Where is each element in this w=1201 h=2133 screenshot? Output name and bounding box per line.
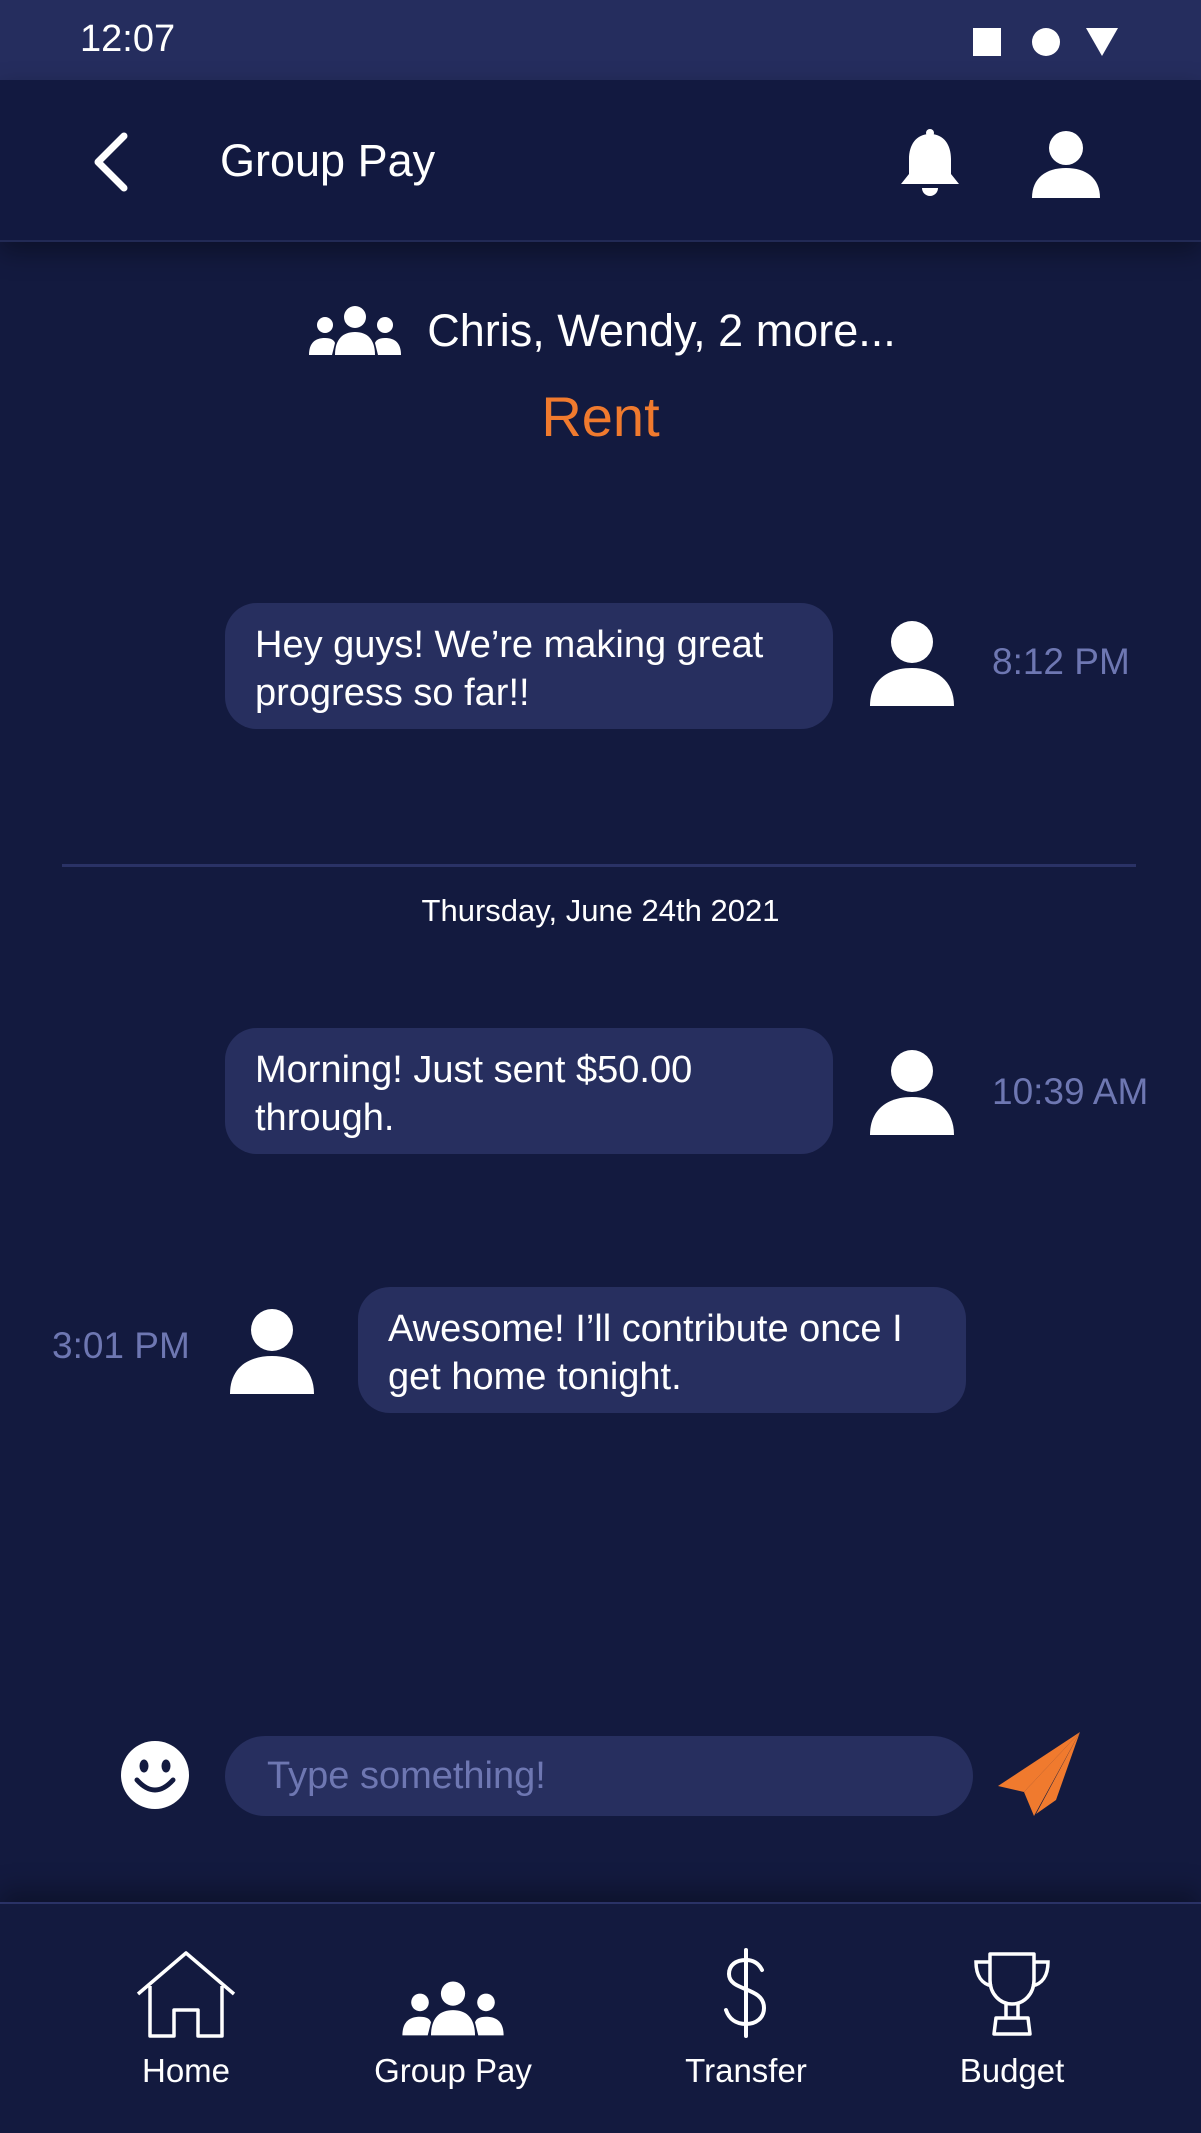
status-time: 12:07	[80, 18, 176, 60]
back-triangle-icon	[1086, 28, 1118, 56]
nav-item-home[interactable]: Home	[76, 1948, 296, 2108]
divider	[62, 864, 1136, 867]
system-status-icons	[973, 28, 1118, 56]
group-members-label: Chris, Wendy, 2 more...	[427, 305, 896, 356]
message-composer	[0, 1730, 1201, 1820]
nav-label-home: Home	[141, 2052, 231, 2089]
nav-label-transfer: Transfer	[685, 2052, 807, 2089]
message-time: 10:39 AM	[992, 1071, 1149, 1112]
nav-item-budget[interactable]: Budget	[902, 1948, 1122, 2108]
nav-label-group-pay: Group Pay	[374, 2052, 532, 2089]
group-icon	[402, 1981, 504, 2036]
message-input[interactable]	[225, 1736, 973, 1816]
app-bar: Group Pay	[0, 80, 1201, 242]
message-time: 3:01 PM	[52, 1325, 190, 1366]
home-circle-icon	[1032, 28, 1060, 56]
stop-square-icon	[973, 28, 1001, 56]
group-members: Chris, Wendy, 2 more...	[305, 305, 896, 357]
message-bubble: Hey guys! We’re making great progress so…	[225, 603, 833, 729]
send-button[interactable]	[996, 1730, 1082, 1816]
chevron-left-icon	[94, 132, 128, 192]
message-text: Hey guys! We’re making great progress so…	[255, 624, 764, 714]
smiley-icon	[121, 1741, 189, 1809]
dollar-icon	[724, 1948, 767, 2038]
user-avatar-icon	[870, 621, 954, 706]
message-bubble: Awesome! I’ll contribute once I get home…	[358, 1287, 966, 1413]
message-time: 8:12 PM	[992, 641, 1130, 682]
bottom-nav: Home Group Pay Transfer Budget	[0, 1902, 1201, 2133]
back-button[interactable]	[88, 130, 138, 194]
send-icon	[998, 1732, 1080, 1816]
group-header: Chris, Wendy, 2 more... Rent	[0, 305, 1201, 449]
user-avatar-icon	[230, 1309, 314, 1394]
home-icon	[136, 1951, 236, 2038]
message-text: Awesome! I’ll contribute once I get home…	[388, 1308, 903, 1398]
page-title: Group Pay	[220, 135, 436, 186]
nav-label-budget: Budget	[959, 2052, 1065, 2089]
profile-button[interactable]	[1030, 128, 1102, 200]
user-avatar-icon	[870, 1050, 954, 1135]
nav-item-transfer[interactable]: Transfer	[636, 1948, 856, 2108]
group-icon	[309, 306, 402, 355]
bell-icon	[901, 129, 959, 196]
user-icon	[1032, 131, 1100, 198]
message-text: Morning! Just sent $50.00 through.	[255, 1049, 693, 1139]
notifications-button[interactable]	[896, 128, 964, 200]
group-name: Rent	[541, 385, 660, 448]
trophy-icon	[974, 1952, 1050, 2036]
message-bubble: Morning! Just sent $50.00 through.	[225, 1028, 833, 1154]
emoji-button[interactable]	[120, 1740, 190, 1810]
nav-item-group-pay[interactable]: Group Pay	[343, 1948, 563, 2108]
date-separator: Thursday, June 24th 2021	[421, 893, 780, 928]
status-bar: 12:07	[0, 0, 1201, 80]
